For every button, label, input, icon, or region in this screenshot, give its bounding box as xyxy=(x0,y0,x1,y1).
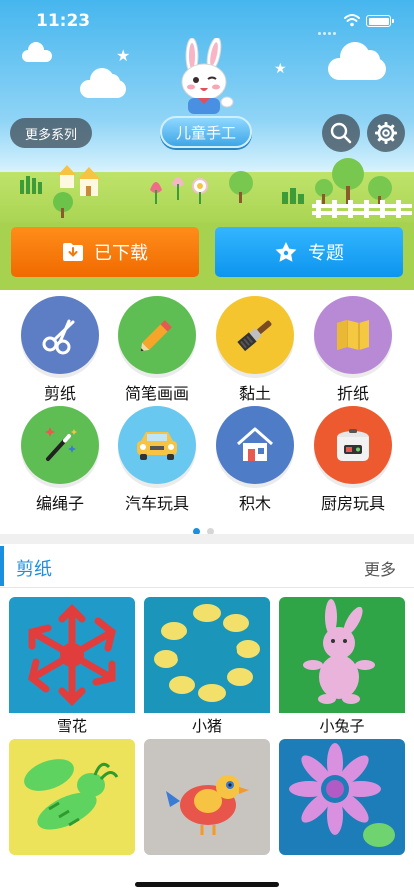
download-folder-icon xyxy=(63,243,83,261)
status-time: 11:23 xyxy=(36,11,91,31)
app-title: 儿童手工 xyxy=(160,116,252,148)
folded-map-icon xyxy=(337,320,369,350)
header-banner: ★ ★ 11:23 更多系列 儿童手工 已下载 专题 xyxy=(0,0,414,290)
category-car[interactable]: 汽车玩具 xyxy=(107,406,207,514)
category-scissors[interactable]: 剪纸 xyxy=(10,296,110,404)
craft-card-rabbit[interactable]: 小兔子 xyxy=(279,597,405,739)
category-label: 编绳子 xyxy=(35,494,84,513)
category-label: 厨房玩具 xyxy=(320,494,385,513)
page-indicator[interactable] xyxy=(193,520,221,535)
star-icon xyxy=(275,242,297,262)
wifi-icon xyxy=(344,14,360,27)
gear-icon xyxy=(375,122,397,144)
flower-papercut-image xyxy=(279,739,405,855)
section-divider xyxy=(0,534,414,544)
tree-decoration xyxy=(229,171,253,203)
section-header: 剪纸 更多 xyxy=(0,544,414,588)
craft-card-snowflake[interactable]: 雪花 xyxy=(9,597,135,739)
status-bar: 11:23 xyxy=(0,0,414,44)
category-rope[interactable]: 编绳子 xyxy=(10,406,110,514)
category-origami[interactable]: 折纸 xyxy=(303,296,403,404)
star-icon: ★ xyxy=(274,61,287,77)
category-icon-bg xyxy=(314,406,392,484)
more-series-button[interactable]: 更多系列 xyxy=(10,118,92,148)
magic-wand-icon xyxy=(45,427,77,461)
car-icon xyxy=(137,432,177,460)
category-icon-bg xyxy=(216,296,294,374)
category-kitchen[interactable]: 厨房玩具 xyxy=(303,406,403,514)
rabbit-mascot xyxy=(181,38,234,114)
bee-papercut-image xyxy=(9,739,135,855)
craft-card-bee[interactable] xyxy=(9,739,135,855)
category-icon-bg xyxy=(216,406,294,484)
category-label: 黏土 xyxy=(238,384,271,403)
category-icon-bg xyxy=(118,406,196,484)
scissors-icon xyxy=(42,319,75,355)
village-decoration xyxy=(20,165,100,218)
craft-caption: 小猪 xyxy=(144,713,270,739)
rice-cooker-icon xyxy=(337,429,369,461)
category-label: 积木 xyxy=(238,494,271,513)
downloaded-label: 已下载 xyxy=(94,243,148,264)
category-icon-bg xyxy=(118,296,196,374)
craft-caption: 小兔子 xyxy=(279,713,405,739)
cloud xyxy=(328,42,386,80)
craft-card-pig[interactable]: 小猪 xyxy=(144,597,270,739)
category-grid: 剪纸 简笔画画 黏土 折纸 编绳子 汽车玩具 积木 厨房玩具 xyxy=(0,290,414,513)
category-blocks[interactable]: 积木 xyxy=(205,406,305,514)
cloud xyxy=(22,42,52,62)
flowers-decoration xyxy=(150,177,208,204)
search-button[interactable] xyxy=(322,114,360,152)
category-label: 剪纸 xyxy=(43,384,76,403)
craft-caption: 雪花 xyxy=(9,713,135,739)
category-icon-bg xyxy=(314,296,392,374)
topic-button[interactable]: 专题 xyxy=(215,227,403,277)
category-label: 折纸 xyxy=(336,384,369,403)
settings-button[interactable] xyxy=(367,114,405,152)
category-label: 简笔画画 xyxy=(124,384,189,403)
bird-papercut-image xyxy=(144,739,270,855)
paintbrush-icon xyxy=(237,320,272,352)
cloud xyxy=(80,68,126,98)
cellular-signal-icon xyxy=(318,20,340,35)
battery-icon xyxy=(366,15,394,27)
category-pencil[interactable]: 简笔画画 xyxy=(107,296,207,404)
category-label: 汽车玩具 xyxy=(124,494,189,513)
craft-card-flower[interactable] xyxy=(279,739,405,855)
pig-papercut-image xyxy=(144,597,270,713)
star-icon: ★ xyxy=(116,46,131,65)
section-accent-bar xyxy=(0,546,4,586)
search-icon xyxy=(330,122,352,144)
craft-card-bird[interactable] xyxy=(144,739,270,855)
home-indicator[interactable] xyxy=(135,882,279,887)
category-clay[interactable]: 黏土 xyxy=(205,296,305,404)
category-icon-bg xyxy=(21,296,99,374)
topic-label: 专题 xyxy=(308,243,344,264)
trees-fence-decoration xyxy=(282,158,412,218)
category-icon-bg xyxy=(21,406,99,484)
section-more-link[interactable]: 更多 xyxy=(364,556,396,580)
pencil-icon xyxy=(140,320,172,352)
section-title: 剪纸 xyxy=(16,559,52,580)
rabbit-papercut-image xyxy=(279,597,405,713)
snowflake-papercut-image xyxy=(9,597,135,713)
downloaded-button[interactable]: 已下载 xyxy=(11,227,199,277)
house-icon xyxy=(237,427,273,461)
